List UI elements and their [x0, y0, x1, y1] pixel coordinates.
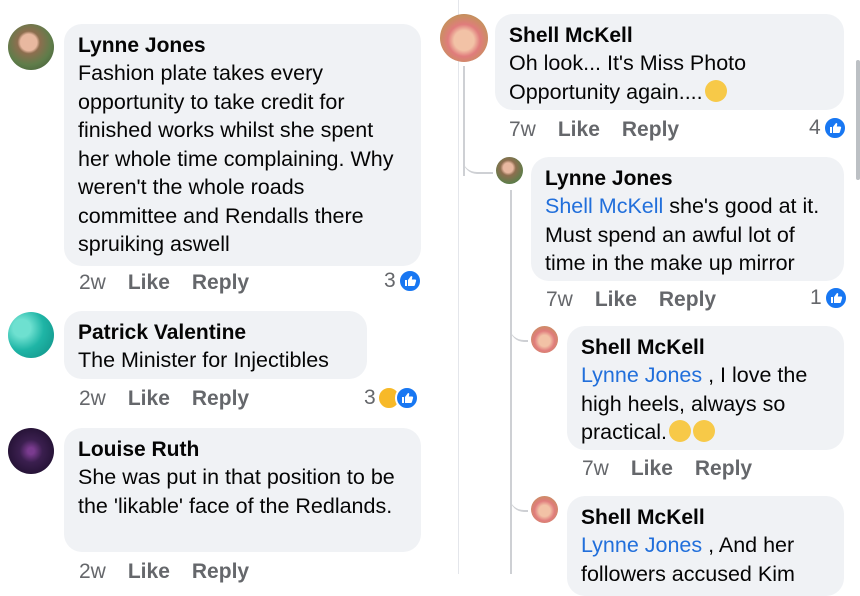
comment-bubble: Shell McKell Oh look... It's Miss Photo …	[495, 14, 844, 110]
reply-button[interactable]: Reply	[192, 560, 249, 583]
comment-bubble: Shell McKell Lynne Jones , And her follo…	[567, 496, 844, 596]
avatar[interactable]	[496, 157, 523, 184]
reply-button[interactable]: Reply	[659, 288, 716, 311]
avatar[interactable]	[531, 496, 558, 523]
comment-bubble: Patrick Valentine The Minister for Injec…	[64, 311, 367, 379]
mention-link[interactable]: Lynne Jones	[581, 533, 702, 557]
reaction-number: 3	[364, 386, 376, 409]
like-button[interactable]: Like	[128, 387, 170, 410]
comment-author[interactable]: Patrick Valentine	[78, 319, 353, 346]
comment-actions: 2w Like Reply	[79, 271, 271, 295]
like-reaction-icon	[823, 286, 848, 310]
comment-time[interactable]: 2w	[79, 387, 106, 410]
comment-text: Fashion plate takes every opportunity to…	[78, 61, 394, 256]
comment-text: The Minister for Injectibles	[78, 348, 329, 372]
avatar[interactable]	[8, 428, 54, 474]
comment-author[interactable]: Shell McKell	[509, 22, 830, 49]
thread-connector	[510, 490, 528, 512]
like-button[interactable]: Like	[128, 560, 170, 583]
comment-actions: 7w Like Reply	[582, 457, 774, 481]
reaction-number: 3	[384, 269, 396, 292]
mention-link[interactable]: Shell McKell	[545, 194, 663, 218]
comment-bubble: Lynne Jones Shell McKell she's good at i…	[531, 157, 844, 281]
comment-actions: 2w Like Reply	[79, 560, 271, 584]
comment-time[interactable]: 7w	[546, 288, 573, 311]
comment-bubble: Lynne Jones Fashion plate takes every op…	[64, 24, 421, 266]
thread-connector	[463, 150, 493, 174]
mention-link[interactable]: Lynne Jones	[581, 363, 702, 387]
comment-bubble: Louise Ruth She was put in that position…	[64, 428, 421, 552]
unamused-emoji-icon	[704, 79, 727, 102]
comment-time[interactable]: 2w	[79, 271, 106, 294]
thread-line	[510, 190, 512, 574]
reaction-number: 4	[809, 116, 821, 139]
reply-button[interactable]: Reply	[695, 457, 752, 480]
reaction-count[interactable]: 4	[809, 116, 847, 140]
avatar[interactable]	[8, 312, 54, 358]
comment-actions: 2w Like Reply	[79, 387, 271, 411]
reply-button[interactable]: Reply	[192, 387, 249, 410]
comment-text: Lynne Jones , And her followers accused …	[581, 531, 830, 588]
reaction-count[interactable]: 3	[364, 386, 419, 410]
scrollbar[interactable]	[856, 60, 860, 180]
comment-text: Shell McKell she's good at it. Must spen…	[545, 192, 830, 278]
thread-connector	[510, 320, 528, 342]
comment-time[interactable]: 2w	[79, 560, 106, 583]
like-reaction-icon	[394, 386, 419, 410]
reaction-number: 1	[810, 286, 822, 309]
comment-text: Oh look... It's Miss Photo Opportunity a…	[509, 49, 830, 106]
reply-button[interactable]: Reply	[192, 271, 249, 294]
avatar[interactable]	[531, 326, 558, 353]
avatar[interactable]	[440, 14, 488, 62]
comment-author[interactable]: Lynne Jones	[545, 165, 830, 192]
like-button[interactable]: Like	[595, 288, 637, 311]
comment-text: She was put in that position to be the '…	[78, 465, 395, 518]
comment-author[interactable]: Lynne Jones	[78, 32, 407, 59]
like-button[interactable]: Like	[128, 271, 170, 294]
reply-button[interactable]: Reply	[622, 118, 679, 141]
comment-time[interactable]: 7w	[509, 118, 536, 141]
comment-author[interactable]: Shell McKell	[581, 334, 830, 361]
like-button[interactable]: Like	[631, 457, 673, 480]
column-divider	[458, 0, 459, 574]
comment-bubble: Shell McKell Lynne Jones , I love the hi…	[567, 326, 844, 450]
avatar[interactable]	[8, 24, 54, 70]
comment-actions: 7w Like Reply	[546, 288, 738, 312]
unamused-emoji-icon	[693, 420, 716, 442]
like-reaction-icon	[397, 269, 422, 293]
comment-text: Lynne Jones , I love the high heels, alw…	[581, 361, 830, 447]
like-button[interactable]: Like	[558, 118, 600, 141]
thinking-emoji-icon	[669, 420, 692, 442]
reaction-count[interactable]: 3	[384, 269, 422, 293]
comment-time[interactable]: 7w	[582, 457, 609, 480]
comment-actions: 7w Like Reply	[509, 118, 701, 142]
reaction-count[interactable]: 1	[810, 286, 848, 310]
comment-author[interactable]: Shell McKell	[581, 504, 830, 531]
like-reaction-icon	[822, 116, 847, 140]
comment-author[interactable]: Louise Ruth	[78, 436, 407, 463]
